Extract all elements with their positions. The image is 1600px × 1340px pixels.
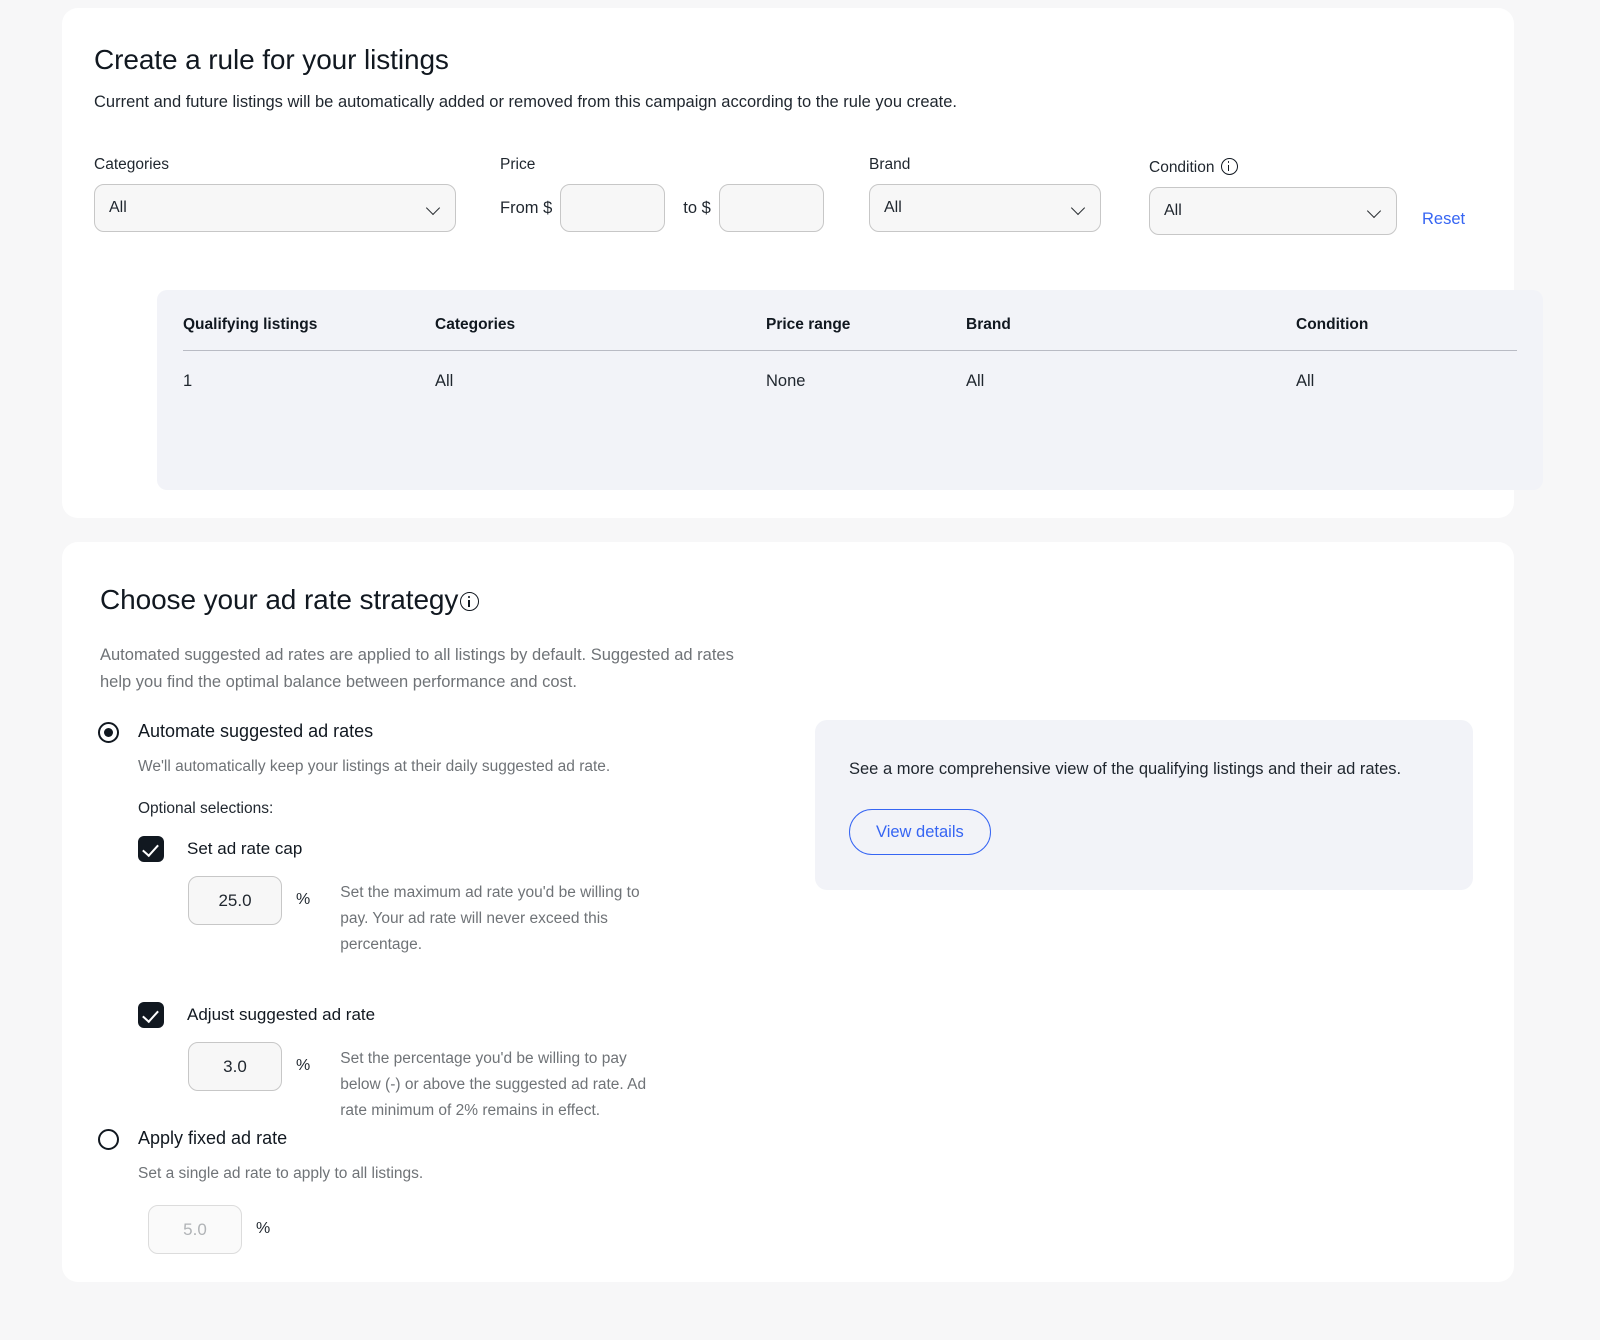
adjust-ad-rate-input[interactable] [188, 1042, 282, 1091]
table-header-price-range: Price range [766, 316, 966, 334]
ad-rate-strategy-card: Choose your ad rate strategy Automated s… [62, 542, 1514, 1282]
ad-rate-cap-help: Set the maximum ad rate you'd be willing… [340, 880, 650, 958]
cell-price-range: None [766, 372, 966, 391]
checkbox-adjust-suggested-ad-rate[interactable] [138, 1002, 164, 1028]
view-details-panel: See a more comprehensive view of the qua… [815, 720, 1473, 890]
reset-link[interactable]: Reset [1422, 210, 1465, 229]
adjust-suggested-ad-rate-input-row: % Set the percentage you'd be willing to… [188, 1042, 818, 1124]
page-root: Create a rule for your listings Current … [0, 0, 1600, 1340]
page-title: Create a rule for your listings [94, 44, 957, 76]
price-to-prefix: to $ [683, 199, 711, 218]
price-filter: Price From $ to $ [500, 156, 860, 232]
brand-select[interactable]: All [869, 184, 1101, 232]
info-icon[interactable] [460, 592, 479, 611]
strategy-title: Choose your ad rate strategy [100, 584, 750, 616]
condition-label-text: Condition [1149, 159, 1215, 176]
table-header-condition: Condition [1296, 316, 1517, 334]
price-label: Price [500, 156, 860, 174]
categories-value: All [109, 199, 427, 217]
radio-apply-fixed-ad-rate[interactable] [98, 1129, 119, 1150]
strategy-title-text: Choose your ad rate strategy [100, 584, 458, 615]
table-header-qualifying-listings: Qualifying listings [183, 316, 435, 334]
percent-symbol: % [256, 1220, 270, 1238]
qualifying-listings-table: Qualifying listings Categories Price ran… [157, 290, 1543, 490]
brand-value: All [884, 199, 1072, 217]
ad-rate-cap-input[interactable] [188, 876, 282, 925]
table-header-row: Qualifying listings Categories Price ran… [183, 316, 1517, 351]
rule-filters: Categories All Price From $ to $ Brand [94, 148, 1484, 258]
chevron-down-icon [427, 201, 441, 215]
cell-qualifying-listings: 1 [183, 372, 435, 391]
cell-condition: All [1296, 372, 1517, 391]
strategy-header: Choose your ad rate strategy Automated s… [100, 584, 750, 713]
categories-label: Categories [94, 156, 456, 174]
option-apply-fixed-ad-rate: Apply fixed ad rate Set a single ad rate… [98, 1127, 818, 1254]
chevron-down-icon [1072, 201, 1086, 215]
panel-description: See a more comprehensive view of the qua… [849, 756, 1429, 783]
price-from-prefix: From $ [500, 199, 552, 218]
set-ad-rate-cap-input-row: % Set the maximum ad rate you'd be willi… [188, 876, 818, 958]
set-ad-rate-cap-row[interactable]: Set ad rate cap [138, 836, 818, 862]
rule-header: Create a rule for your listings Current … [94, 44, 957, 112]
price-to-input[interactable] [719, 184, 824, 232]
adjust-suggested-ad-rate-label: Adjust suggested ad rate [187, 1005, 375, 1025]
table-header-brand: Brand [966, 316, 1296, 334]
set-ad-rate-cap-block: Set ad rate cap % Set the maximum ad rat… [138, 836, 818, 958]
chevron-down-icon [1368, 204, 1382, 218]
create-rule-card: Create a rule for your listings Current … [62, 8, 1514, 518]
adjust-suggested-ad-rate-block: Adjust suggested ad rate % Set the perce… [138, 1002, 818, 1124]
fixed-label: Apply fixed ad rate [138, 1127, 287, 1149]
price-range-row: From $ to $ [500, 184, 860, 232]
fixed-radio-row[interactable]: Apply fixed ad rate [98, 1127, 818, 1150]
cell-categories: All [435, 372, 766, 391]
optional-selections-label: Optional selections: [138, 800, 818, 818]
set-ad-rate-cap-label: Set ad rate cap [187, 839, 302, 859]
condition-filter: Condition All [1149, 158, 1397, 235]
option-automate-suggested-ad-rates: Automate suggested ad rates We'll automa… [98, 720, 818, 1124]
price-from-input[interactable] [560, 184, 665, 232]
automate-radio-row[interactable]: Automate suggested ad rates [98, 720, 818, 743]
radio-automate-suggested-ad-rates[interactable] [98, 722, 119, 743]
categories-filter: Categories All [94, 156, 456, 232]
fixed-ad-rate-input-row: % [148, 1205, 818, 1254]
strategy-description: Automated suggested ad rates are applied… [100, 642, 750, 696]
condition-value: All [1164, 202, 1368, 220]
table-header-categories: Categories [435, 316, 766, 334]
table-row: 1 All None All All [183, 351, 1517, 391]
fixed-help-text: Set a single ad rate to apply to all lis… [138, 1165, 818, 1183]
view-details-button[interactable]: View details [849, 809, 991, 855]
info-icon[interactable] [1221, 158, 1238, 175]
rule-subtitle: Current and future listings will be auto… [94, 93, 957, 112]
automate-label: Automate suggested ad rates [138, 720, 373, 742]
brand-filter: Brand All [869, 156, 1101, 232]
cell-brand: All [966, 372, 1296, 391]
condition-select[interactable]: All [1149, 187, 1397, 235]
adjust-suggested-ad-rate-row[interactable]: Adjust suggested ad rate [138, 1002, 818, 1028]
adjust-ad-rate-help: Set the percentage you'd be willing to p… [340, 1046, 650, 1124]
checkbox-set-ad-rate-cap[interactable] [138, 836, 164, 862]
fixed-ad-rate-input[interactable] [148, 1205, 242, 1254]
percent-symbol: % [296, 1057, 310, 1075]
categories-select[interactable]: All [94, 184, 456, 232]
brand-label: Brand [869, 156, 1101, 174]
automate-help-text: We'll automatically keep your listings a… [138, 758, 818, 776]
percent-symbol: % [296, 891, 310, 909]
condition-label: Condition [1149, 158, 1397, 177]
